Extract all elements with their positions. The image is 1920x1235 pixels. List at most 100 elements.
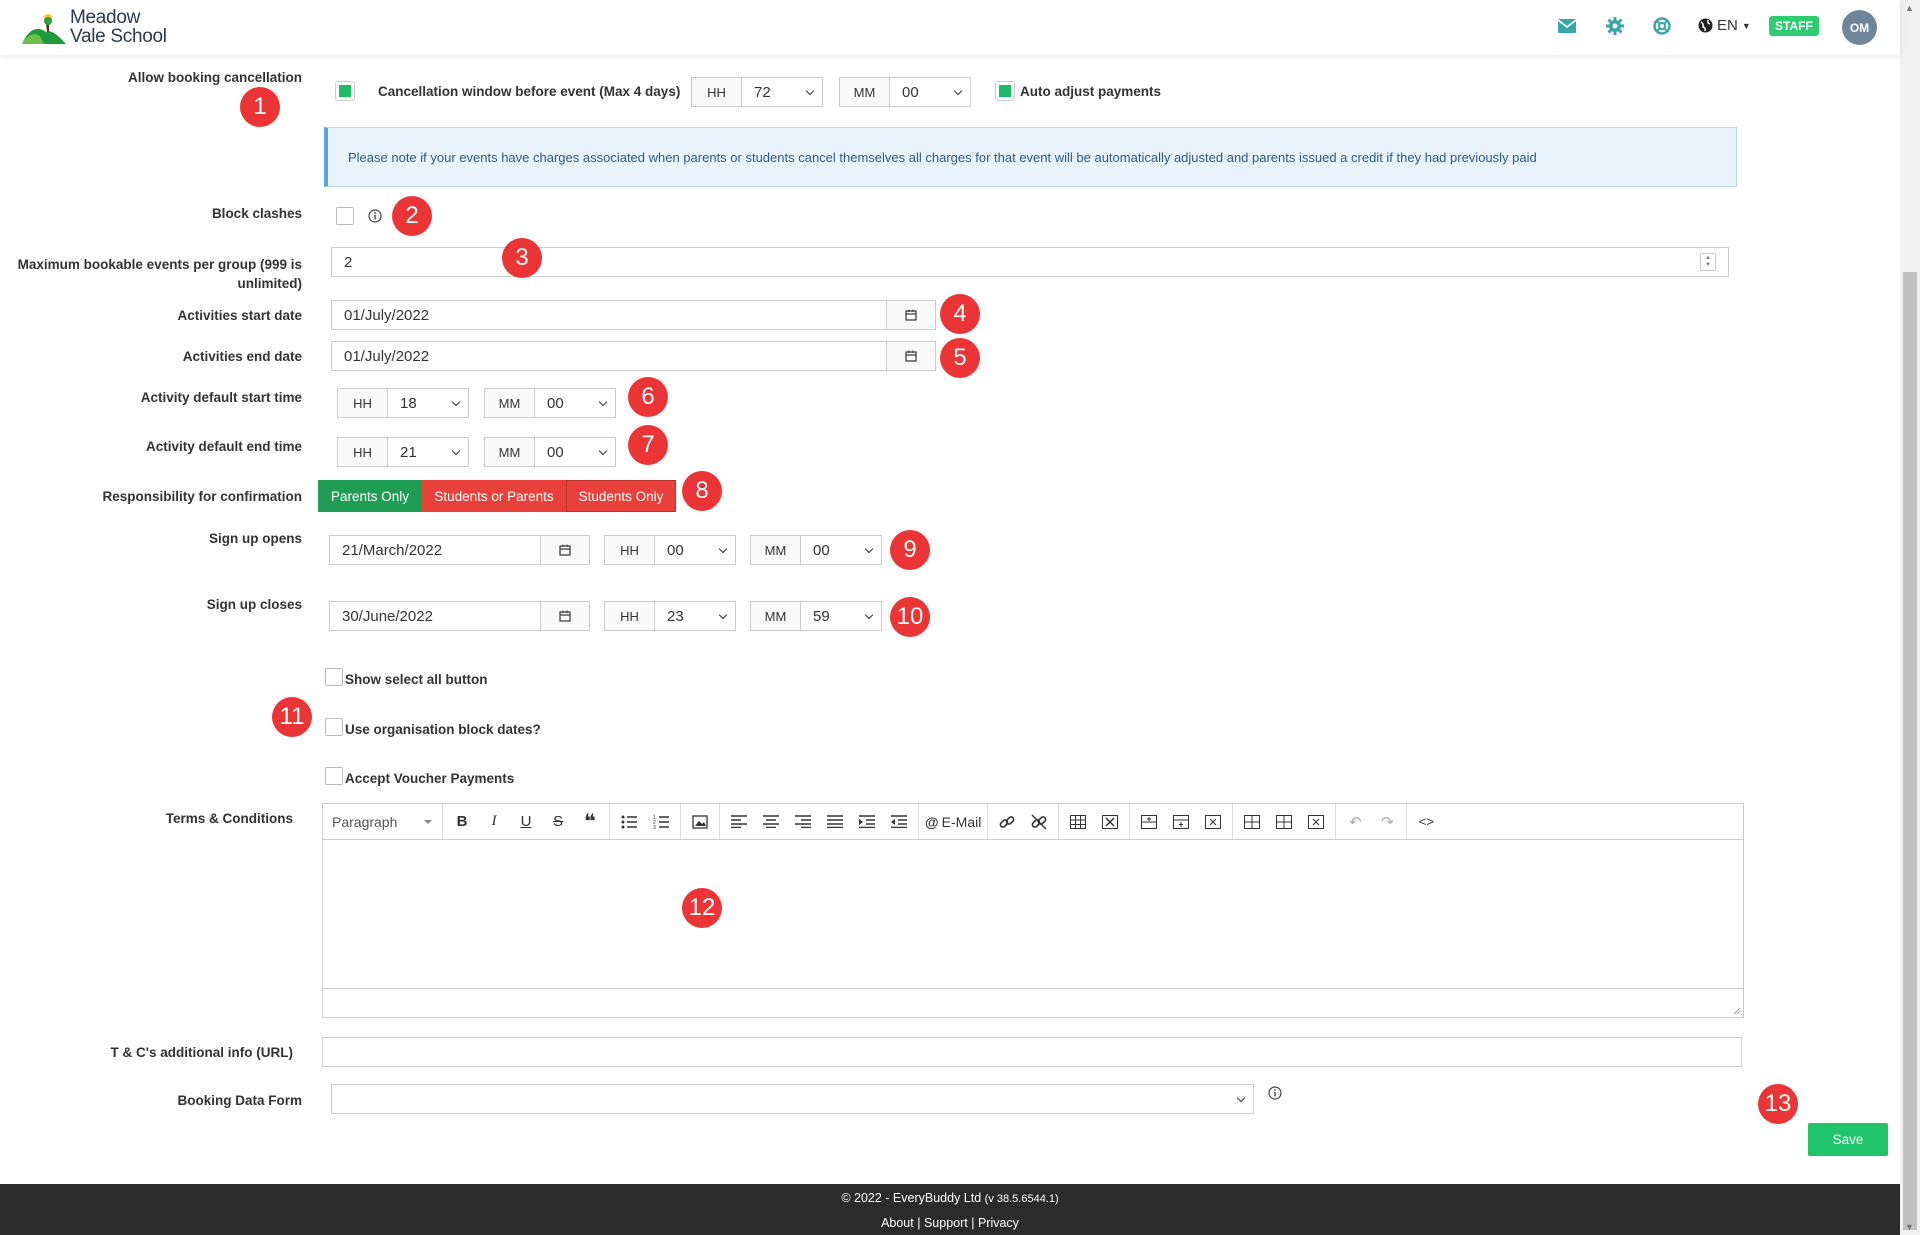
show-select-all-checkbox[interactable] [325,667,343,686]
opens-mm-select[interactable]: 00 [800,535,882,565]
email-link-button[interactable]: @ E-Mail [925,814,981,830]
language-selector[interactable]: EN ▼ [1698,17,1751,34]
option-students-only[interactable]: Students Only [566,480,676,512]
accept-voucher-checkbox[interactable] [325,766,343,785]
option-parents-only[interactable]: Parents Only [318,480,422,512]
delete-row-icon[interactable] [1197,807,1229,837]
activities-end-input[interactable]: 01/July/2022 [331,341,887,371]
gear-icon[interactable] [1604,15,1626,37]
scrollbar-thumb[interactable] [1903,272,1917,1230]
block-clashes-checkbox[interactable] [336,207,354,225]
school-name-line2: Vale School [70,26,167,47]
insert-row-after-icon[interactable] [1165,807,1197,837]
underline-icon[interactable]: U [510,807,542,837]
footer-link-about[interactable]: About [881,1216,914,1230]
align-right-icon[interactable] [787,807,819,837]
tc-url-input[interactable] [322,1037,1742,1067]
resize-handle-icon[interactable] [1731,1005,1741,1015]
end-mm-select[interactable]: 00 [534,437,616,467]
editor-status-bar [323,988,1743,1018]
top-navbar: Meadow Vale School EN ▼ STAFF OM [0,0,1900,55]
table-icon[interactable] [1062,807,1094,837]
use-block-dates-option[interactable]: Use organisation block dates? [325,716,541,737]
terms-rich-text-editor[interactable]: Paragraph B I U S ❝ 123 @ E-Mail ↶ ↷ <> [322,803,1744,1018]
mail-icon[interactable] [1556,15,1578,37]
editor-toolbar: Paragraph B I U S ❝ 123 @ E-Mail ↶ ↷ <> [323,804,1743,840]
accept-voucher-label: Accept Voucher Payments [345,771,515,786]
align-justify-icon[interactable] [819,807,851,837]
undo-icon[interactable]: ↶ [1339,807,1371,837]
editor-content-area[interactable] [323,840,1743,990]
help-lifebuoy-icon[interactable] [1651,15,1673,37]
info-icon[interactable] [1268,1086,1282,1104]
default-start-time-label: Activity default start time [140,390,302,405]
school-logo[interactable]: Meadow Vale School [22,8,172,48]
footer-link-support[interactable]: Support [924,1216,968,1230]
sign-up-opens-label: Sign up opens [209,531,302,546]
insert-column-before-icon[interactable] [1236,807,1268,837]
end-hh-select[interactable]: 21 [387,437,469,467]
opens-mm-addon: MM [750,535,801,565]
insert-column-after-icon[interactable] [1268,807,1300,837]
indent-icon[interactable] [851,807,883,837]
calendar-icon[interactable] [540,601,590,631]
footer-link-privacy[interactable]: Privacy [978,1216,1019,1230]
accept-voucher-option[interactable]: Accept Voucher Payments [325,765,514,786]
bullet-list-icon[interactable] [613,807,645,837]
info-icon[interactable] [368,209,382,227]
align-left-icon[interactable] [723,807,755,837]
caret-down-icon: ▼ [1741,20,1751,31]
strikethrough-icon[interactable]: S [542,807,574,837]
start-mm-select[interactable]: 00 [534,388,616,418]
insert-row-before-icon[interactable] [1133,807,1165,837]
image-icon[interactable] [684,807,716,837]
number-spinner-icon[interactable]: ▲ ▼ [1700,253,1716,271]
show-select-all-option[interactable]: Show select all button [325,666,488,687]
delete-column-icon[interactable] [1300,807,1332,837]
terms-label: Terms & Conditions [165,811,293,826]
responsibility-label: Responsibility for confirmation [102,489,302,504]
paragraph-format-select[interactable]: Paragraph [323,804,443,839]
callout-badge-12: 12 [682,888,722,928]
sign-up-opens-date-input[interactable]: 21/March/2022 [329,535,541,565]
allow-cancellation-checkbox[interactable] [336,82,354,100]
auto-adjust-checkbox[interactable] [996,82,1014,100]
school-name-line1: Meadow [70,7,141,28]
booking-form-select[interactable] [331,1084,1254,1114]
opens-hh-select[interactable]: 00 [654,535,736,565]
italic-icon[interactable]: I [478,807,510,837]
unlink-icon[interactable] [1023,807,1055,837]
callout-badge-8: 8 [682,471,722,511]
sign-up-closes-date-input[interactable]: 30/June/2022 [329,601,541,631]
user-avatar[interactable]: OM [1842,10,1877,45]
calendar-icon[interactable] [886,300,936,330]
allow-cancellation-label: Allow booking cancellation [127,70,302,85]
align-center-icon[interactable] [755,807,787,837]
scroll-up-arrow-icon[interactable]: ▲ [1905,3,1914,13]
bold-icon[interactable]: B [446,807,478,837]
start-hh-select[interactable]: 18 [387,388,469,418]
cancellation-hh-addon: HH [691,77,742,107]
cancellation-hh-select[interactable]: 72 [741,77,823,107]
scroll-down-arrow-icon[interactable]: ▼ [1905,1222,1914,1232]
callout-badge-1: 1 [240,87,280,127]
use-block-dates-checkbox[interactable] [325,717,343,736]
cancellation-mm-select[interactable]: 00 [889,77,971,107]
save-button[interactable]: Save [1808,1123,1888,1156]
cancellation-window-label: Cancellation window before event (Max 4 … [378,84,681,99]
option-students-or-parents[interactable]: Students or Parents [422,480,566,512]
activities-start-label: Activities start date [177,308,302,323]
calendar-icon[interactable] [540,535,590,565]
delete-table-icon[interactable] [1094,807,1126,837]
closes-hh-select[interactable]: 23 [654,601,736,631]
callout-badge-6: 6 [628,377,668,417]
redo-icon[interactable]: ↷ [1371,807,1403,837]
blockquote-icon[interactable]: ❝ [574,807,606,837]
link-icon[interactable] [991,807,1023,837]
outdent-icon[interactable] [883,807,915,837]
closes-mm-select[interactable]: 59 [800,601,882,631]
numbered-list-icon[interactable]: 123 [645,807,677,837]
calendar-icon[interactable] [886,341,936,371]
source-code-icon[interactable]: <> [1410,807,1442,837]
activities-start-input[interactable]: 01/July/2022 [331,300,887,330]
